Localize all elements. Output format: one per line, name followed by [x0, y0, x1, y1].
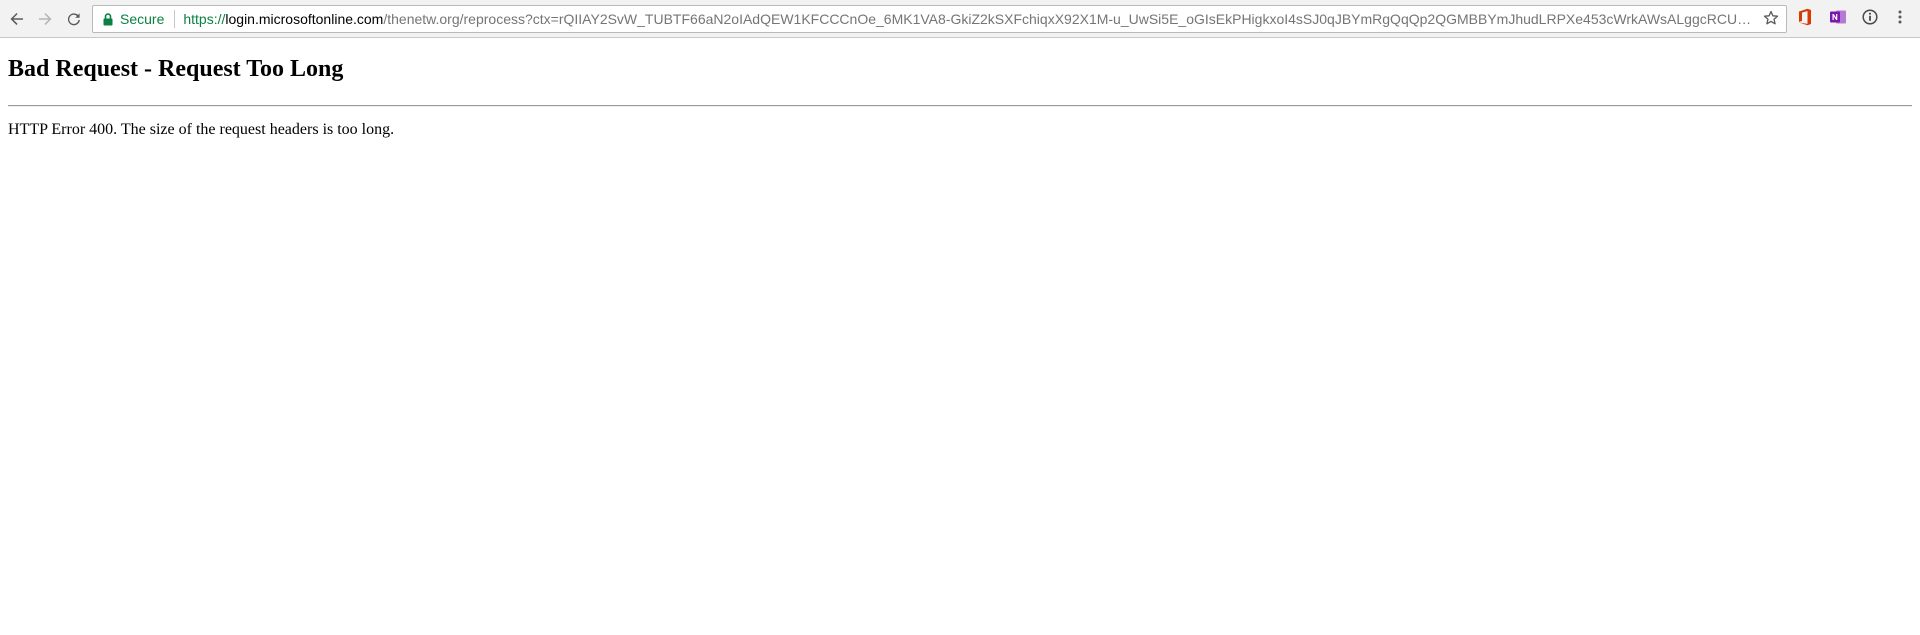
url-scheme: https:// [183, 11, 226, 27]
kebab-menu-icon [1897, 9, 1903, 30]
onenote-extension-button[interactable] [1827, 8, 1849, 30]
browser-toolbar: Secure https://login.microsoftonline.com… [0, 0, 1920, 38]
page-title: Bad Request - Request Too Long [8, 56, 344, 82]
security-label[interactable]: Secure [120, 11, 164, 27]
horizontal-rule [8, 105, 1912, 107]
url-host: login.microsoftonline.com [225, 11, 384, 27]
address-separator [174, 10, 176, 28]
forward-button[interactable] [33, 7, 57, 31]
forward-arrow-icon [37, 11, 53, 27]
browser-menu-button[interactable] [1889, 8, 1911, 30]
onenote-icon [1829, 8, 1847, 31]
reload-icon [66, 11, 82, 27]
address-bar[interactable]: Secure https://login.microsoftonline.com… [92, 5, 1787, 33]
lock-icon[interactable] [102, 12, 114, 26]
error-message: HTTP Error 400. The size of the request … [8, 121, 395, 138]
bookmark-button[interactable] [1758, 6, 1784, 32]
info-extension-button[interactable] [1859, 8, 1881, 30]
office-extension-button[interactable] [1794, 8, 1816, 30]
url-text[interactable]: https://login.microsoftonline.com/thenet… [183, 11, 1758, 27]
back-arrow-icon [9, 11, 25, 27]
url-path: /thenetw.org/reprocess?ctx=rQIIAY2SvW_TU… [383, 11, 1758, 27]
star-icon [1763, 10, 1779, 29]
office-icon [1797, 8, 1813, 31]
back-button[interactable] [5, 7, 29, 31]
reload-button[interactable] [62, 7, 86, 31]
page-content: Bad Request - Request Too Long HTTP Erro… [0, 38, 1920, 635]
info-icon [1862, 8, 1878, 30]
